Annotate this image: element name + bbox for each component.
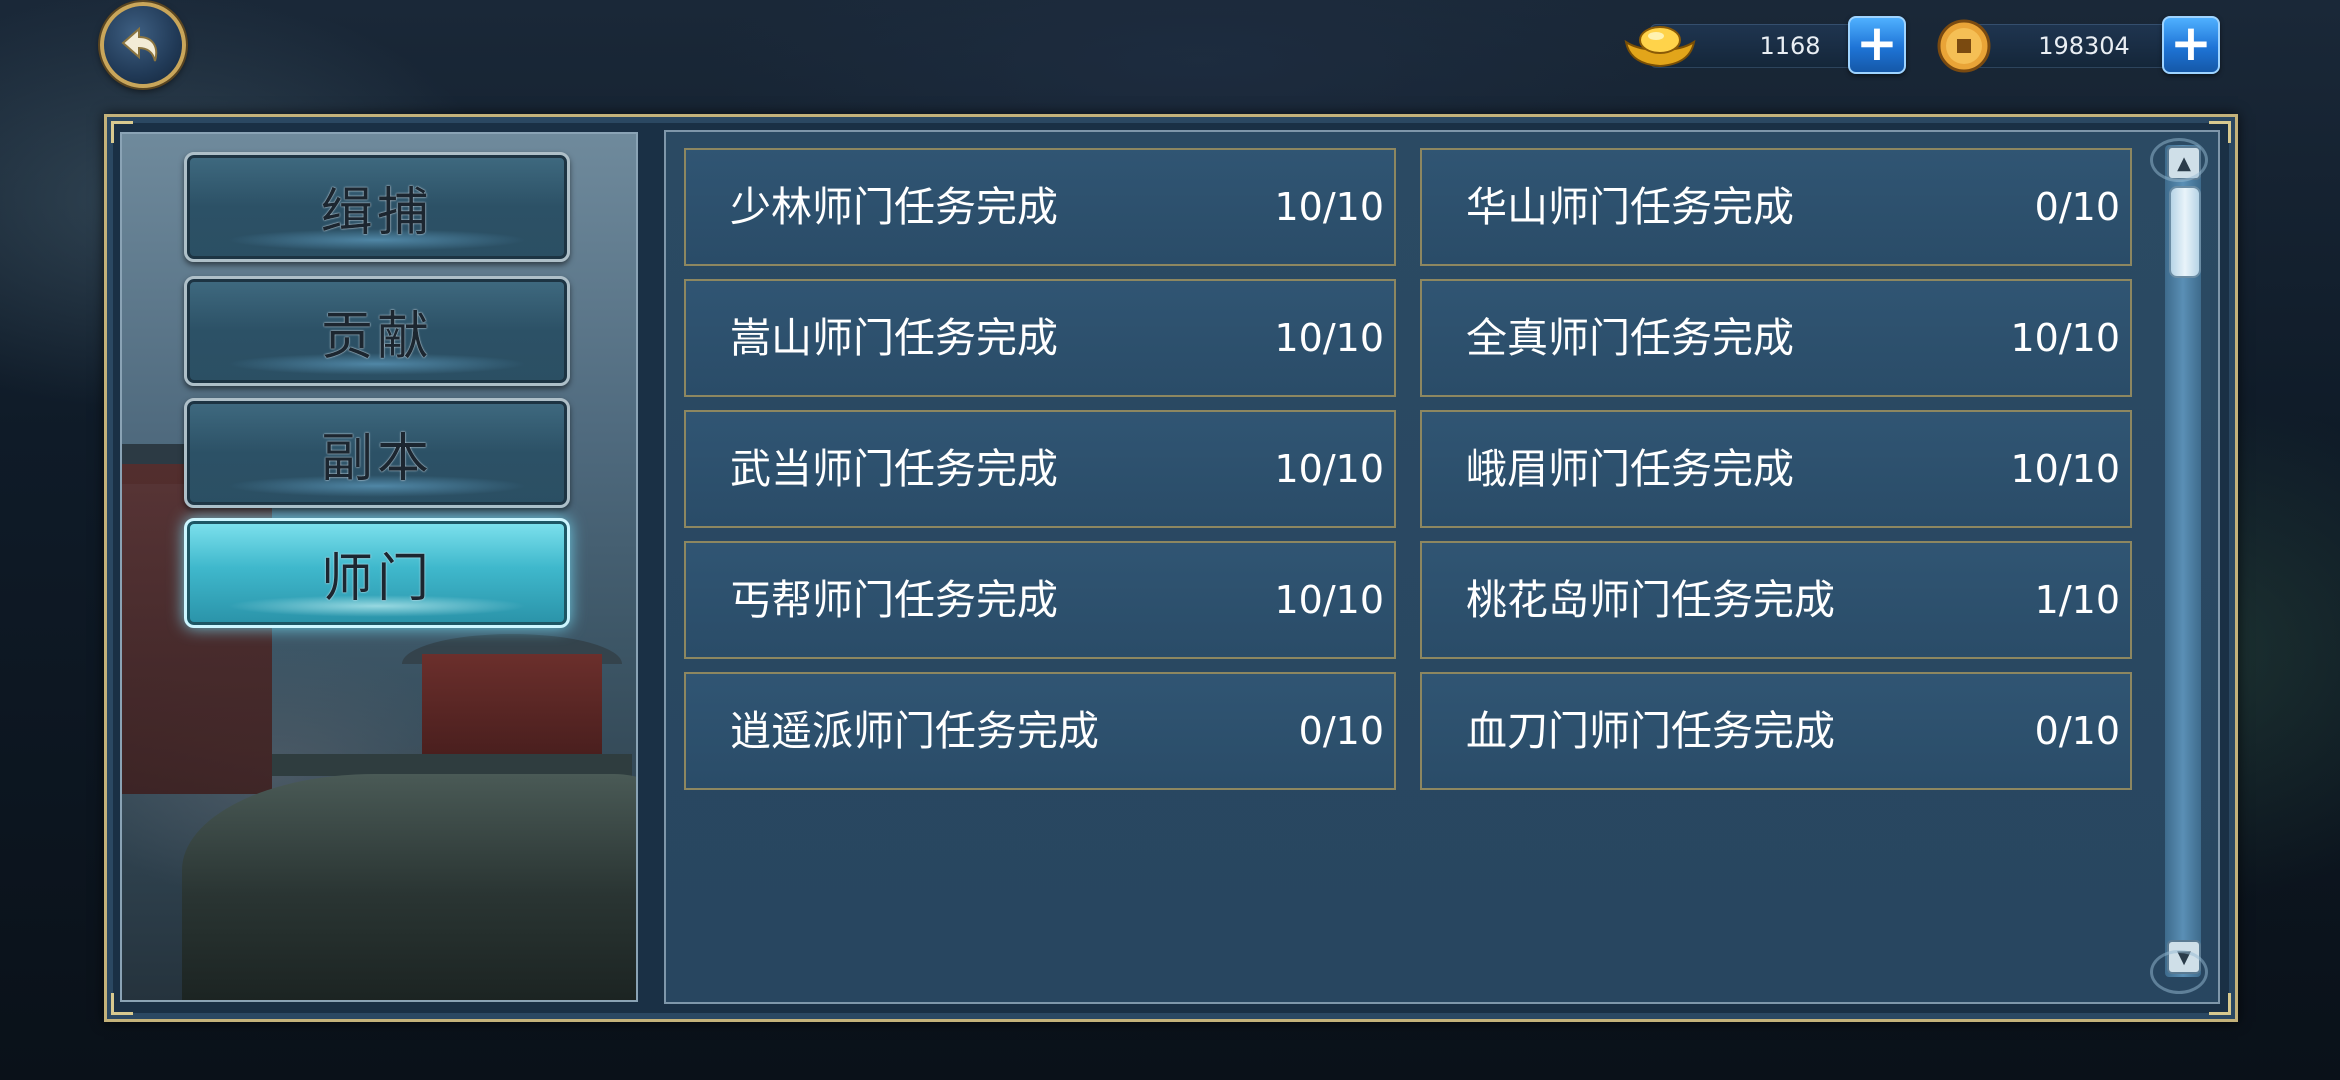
coin-value: 198304: [2038, 32, 2130, 60]
back-arrow-icon: [121, 26, 158, 62]
task-title: 全真师门任务完成: [1466, 314, 1794, 362]
tab-label: 缉捕: [320, 182, 433, 243]
task-progress: 1/10: [2034, 578, 2120, 622]
task-progress: 10/10: [2010, 316, 2120, 360]
task-item[interactable]: 少林师门任务完成 10/10: [684, 148, 1396, 266]
task-progress: 0/10: [2034, 185, 2120, 229]
task-item[interactable]: 全真师门任务完成 10/10: [1420, 279, 2132, 397]
plus-icon: +: [2170, 14, 2212, 72]
task-title: 丐帮师门任务完成: [730, 576, 1058, 624]
task-title: 华山师门任务完成: [1466, 183, 1794, 231]
task-item[interactable]: 华山师门任务完成 0/10: [1420, 148, 2132, 266]
task-item[interactable]: 逍遥派师门任务完成 0/10: [684, 672, 1396, 790]
task-title: 峨眉师门任务完成: [1466, 445, 1794, 493]
task-item[interactable]: 丐帮师门任务完成 10/10: [684, 541, 1396, 659]
gold-ingot-icon: [1624, 26, 1696, 68]
tab-label: 贡献: [320, 306, 433, 367]
task-progress: 10/10: [1274, 185, 1384, 229]
tab-arrest[interactable]: 缉捕: [184, 152, 570, 262]
coin-currency: 198304 +: [1934, 16, 2234, 74]
task-progress: 10/10: [1274, 316, 1384, 360]
tab-contribution[interactable]: 贡献: [184, 276, 570, 386]
add-coin-button[interactable]: +: [2162, 16, 2220, 74]
task-progress: 10/10: [1274, 447, 1384, 491]
task-title: 血刀门师门任务完成: [1466, 707, 1835, 755]
task-item[interactable]: 桃花岛师门任务完成 1/10: [1420, 541, 2132, 659]
task-title: 少林师门任务完成: [730, 183, 1058, 231]
task-item[interactable]: 武当师门任务完成 10/10: [684, 410, 1396, 528]
scenery-bridge: [272, 754, 632, 776]
tab-dungeon[interactable]: 副本: [184, 398, 570, 508]
task-title: 逍遥派师门任务完成: [730, 707, 1099, 755]
task-title: 武当师门任务完成: [730, 445, 1058, 493]
task-item[interactable]: 嵩山师门任务完成 10/10: [684, 279, 1396, 397]
task-title: 桃花岛师门任务完成: [1466, 576, 1835, 624]
tab-label: 师门: [320, 548, 433, 609]
cloud-ornament-icon: [2150, 138, 2208, 182]
task-title: 嵩山师门任务完成: [730, 314, 1058, 362]
coin-icon: [1937, 19, 1991, 73]
task-progress: 10/10: [1274, 578, 1384, 622]
task-progress: 0/10: [1298, 709, 1384, 753]
scrollbar-thumb[interactable]: [2169, 186, 2201, 278]
task-progress: 10/10: [2010, 447, 2120, 491]
add-gold-button[interactable]: +: [1848, 16, 1906, 74]
back-button[interactable]: [100, 2, 186, 88]
scenery-building: [122, 464, 272, 794]
scenery-cliff: [182, 774, 636, 1000]
plus-icon: +: [1856, 14, 1898, 72]
tab-label: 副本: [320, 428, 433, 489]
cloud-ornament-icon: [2150, 950, 2208, 994]
task-item[interactable]: 峨眉师门任务完成 10/10: [1420, 410, 2132, 528]
scenery-pavilion: [422, 654, 602, 754]
task-progress: 0/10: [2034, 709, 2120, 753]
task-item[interactable]: 血刀门师门任务完成 0/10: [1420, 672, 2132, 790]
tab-sect[interactable]: 师门: [184, 518, 570, 628]
